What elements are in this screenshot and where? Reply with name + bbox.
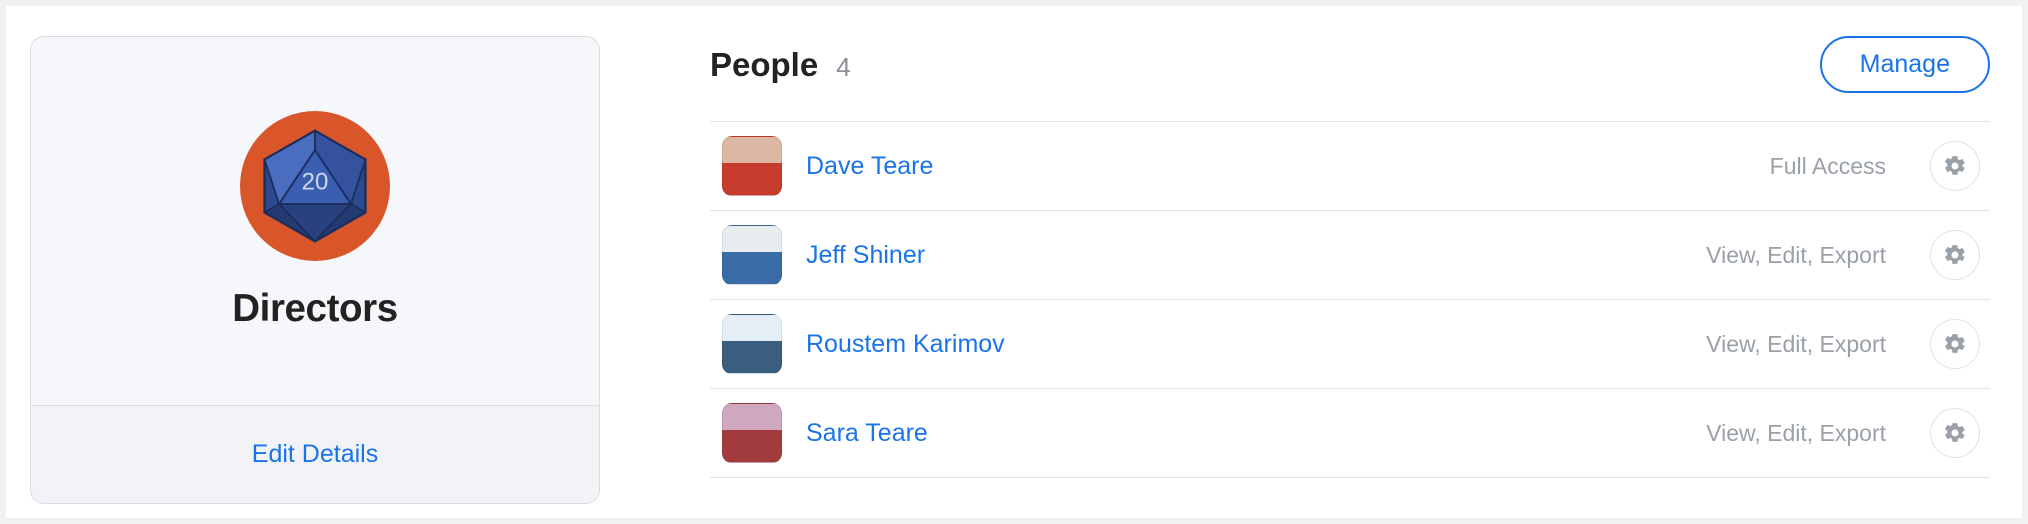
person-row: Jeff Shiner View, Edit, Export (710, 210, 1990, 299)
avatar (722, 314, 782, 374)
gear-icon[interactable] (1930, 408, 1980, 458)
person-name-link[interactable]: Jeff Shiner (806, 241, 1682, 270)
group-card: 20 Directors Edit Details (30, 36, 600, 504)
gear-icon[interactable] (1930, 319, 1980, 369)
avatar (722, 225, 782, 285)
svg-text:20: 20 (302, 169, 329, 196)
person-row: Dave Teare Full Access (710, 121, 1990, 210)
person-access: View, Edit, Export (1706, 242, 1886, 269)
person-access: Full Access (1770, 153, 1886, 180)
gear-icon[interactable] (1930, 230, 1980, 280)
person-row: Roustem Karimov View, Edit, Export (710, 299, 1990, 388)
edit-details-button[interactable]: Edit Details (252, 440, 378, 469)
avatar (722, 136, 782, 196)
people-title: People (710, 46, 818, 84)
person-access: View, Edit, Export (1706, 420, 1886, 447)
people-section: People 4 Manage Dave Teare Full Access Jef… (710, 36, 1990, 518)
person-access: View, Edit, Export (1706, 331, 1886, 358)
people-count: 4 (836, 52, 850, 83)
person-name-link[interactable]: Roustem Karimov (806, 330, 1682, 359)
avatar (722, 403, 782, 463)
people-title-wrap: People 4 (710, 46, 851, 84)
group-name: Directors (232, 287, 397, 331)
person-row: Sara Teare View, Edit, Export (710, 388, 1990, 478)
group-card-footer: Edit Details (31, 405, 599, 503)
people-header: People 4 Manage (710, 36, 1990, 121)
group-summary: 20 Directors (31, 37, 599, 405)
people-list: Dave Teare Full Access Jeff Shiner View, Ed… (710, 121, 1990, 478)
gear-icon[interactable] (1930, 141, 1980, 191)
person-name-link[interactable]: Sara Teare (806, 419, 1682, 448)
person-name-link[interactable]: Dave Teare (806, 152, 1746, 181)
manage-button[interactable]: Manage (1820, 36, 1990, 93)
d20-icon: 20 (240, 111, 390, 261)
